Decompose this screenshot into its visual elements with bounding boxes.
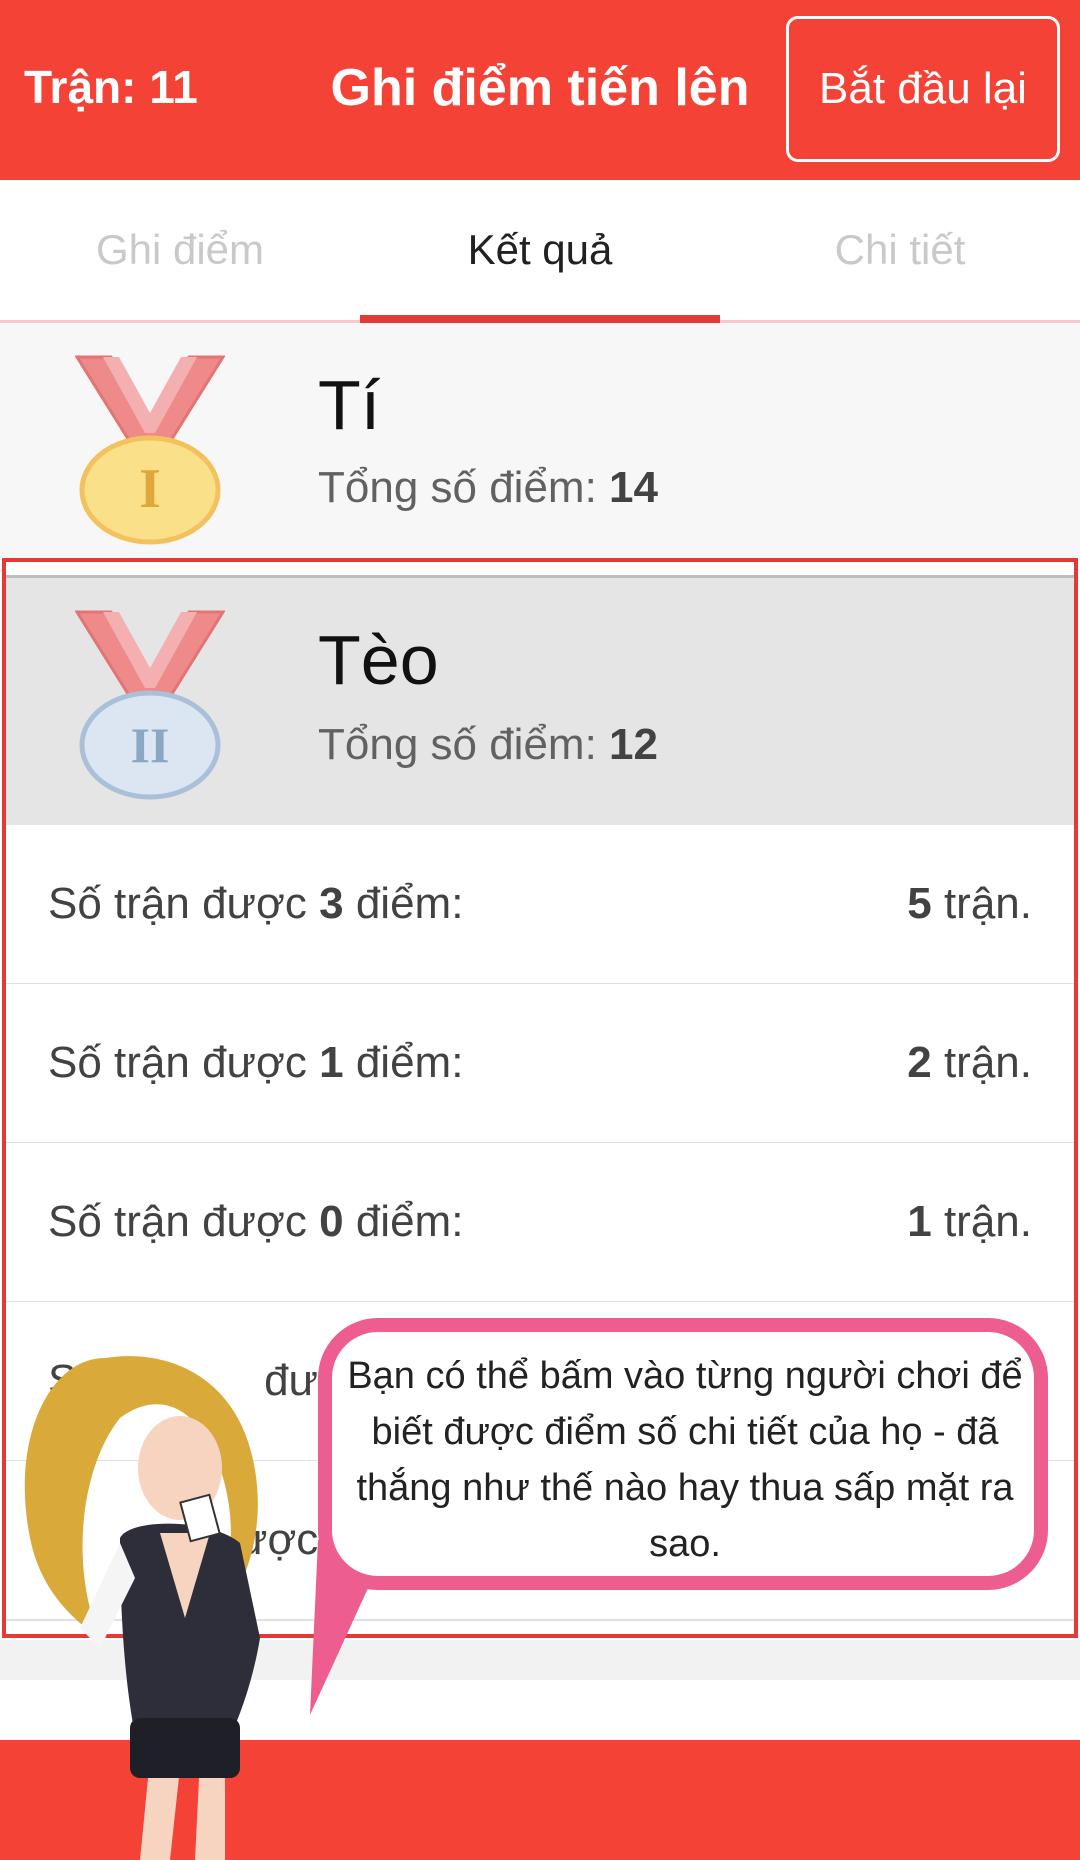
stat-row: Số trận được 0 điểm: 1 trận. (5, 1143, 1075, 1303)
svg-text:I: I (139, 458, 161, 520)
tutorial-tooltip-text: Bạn có thể bấm vào từng người chơi để bi… (347, 1355, 1023, 1565)
page-title: Ghi điểm tiến lên (330, 59, 750, 117)
gold-medal-icon: I (75, 355, 225, 545)
active-tab-indicator (360, 315, 720, 323)
restart-button[interactable]: Bắt đầu lại (786, 16, 1060, 162)
player-name: Tèo (318, 621, 439, 699)
svg-text:II: II (131, 717, 170, 773)
stat-row: Số trận được 1 điểm: 2 trận. (5, 984, 1075, 1144)
player-total-score: Tổng số điểm: 14 (318, 463, 658, 512)
tab-bar: Ghi điểm Kết quả Chi tiết (0, 180, 1080, 323)
player-row-1[interactable]: I Tí Tổng số điểm: 14 (0, 323, 1080, 558)
tab-results[interactable]: Kết quả (360, 180, 720, 320)
stat-value: 5 trận. (907, 879, 1032, 928)
player-row-2[interactable]: II Tèo Tổng số điểm: 12 (5, 575, 1075, 828)
stat-value: 2 trận. (907, 1038, 1032, 1087)
silver-medal-icon: II (75, 610, 225, 800)
tab-score-entry[interactable]: Ghi điểm (0, 180, 360, 320)
stat-row: Số trận được 3 điểm: 5 trận. (5, 825, 1075, 985)
tutorial-mascot-icon (24, 1356, 260, 1860)
tab-details[interactable]: Chi tiết (720, 180, 1080, 320)
stat-label: Số trận được 3 điểm: (48, 879, 464, 928)
stat-label: Số trận được 0 điểm: (48, 1197, 464, 1246)
app-header: Trận: 11 Ghi điểm tiến lên Bắt đầu lại (0, 0, 1080, 180)
stat-label: Số trận được 1 điểm: (48, 1038, 464, 1087)
match-count: Trận: 11 (24, 61, 198, 113)
player-total-score: Tổng số điểm: 12 (318, 720, 658, 769)
player-name: Tí (318, 366, 381, 444)
stat-value: 1 trận. (907, 1197, 1032, 1246)
